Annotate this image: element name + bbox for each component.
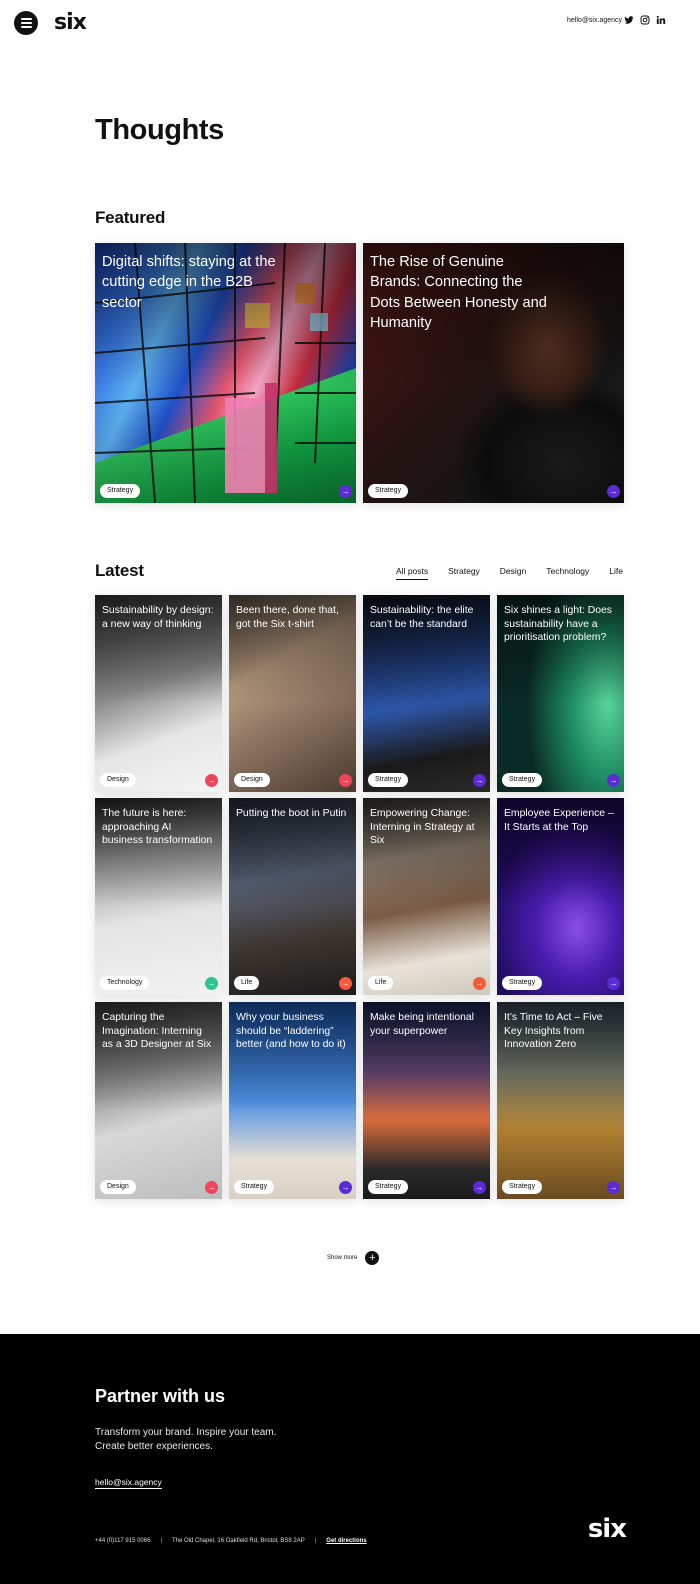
divider: |	[160, 1538, 162, 1544]
latest-card[interactable]: Capturing the Imagination: Interning as …	[95, 1002, 222, 1199]
card-tag: Strategy	[368, 484, 409, 498]
category-filters: All posts Strategy Design Technology Lif…	[396, 566, 623, 580]
latest-card[interactable]: Employee Experience – It Starts at the T…	[497, 798, 624, 995]
latest-heading: Latest	[95, 561, 144, 580]
arrow-right-icon[interactable]: →	[339, 977, 352, 990]
card-title: Employee Experience – It Starts at the T…	[504, 808, 614, 833]
site-footer: Partner with us Transform your brand. In…	[0, 1334, 700, 1584]
footer-phone[interactable]: +44 (0)117 915 0066	[95, 1538, 150, 1544]
footer-logo[interactable]: six	[588, 1514, 627, 1544]
latest-card[interactable]: The future is here: approaching AI busin…	[95, 798, 222, 995]
card-title: Make being intentional your superpower	[370, 1012, 474, 1037]
footer-tagline-line: Transform your brand. Inspire your team.	[95, 1427, 277, 1438]
footer-contact-info: +44 (0)117 915 0066 | The Old Chapel, 16…	[95, 1538, 367, 1544]
twitter-icon[interactable]	[624, 15, 634, 25]
site-header: six hello@six.agency	[0, 0, 700, 46]
filter-life[interactable]: Life	[609, 566, 623, 580]
card-tag: Strategy	[502, 1180, 543, 1194]
arrow-right-icon[interactable]: →	[607, 485, 620, 498]
card-title: Empowering Change: Interning in Strategy…	[370, 808, 475, 846]
latest-card[interactable]: Putting the boot in Putin Life →	[229, 798, 356, 995]
card-tag: Strategy	[368, 773, 409, 787]
filter-technology[interactable]: Technology	[546, 566, 589, 580]
show-more-label: Show more	[327, 1255, 358, 1261]
menu-icon-line	[20, 26, 32, 28]
footer-email-link[interactable]: hello@six.agency	[95, 1477, 162, 1489]
latest-card[interactable]: Empowering Change: Interning in Strategy…	[363, 798, 490, 995]
arrow-right-icon[interactable]: →	[473, 1181, 486, 1194]
instagram-icon[interactable]	[640, 15, 650, 25]
header-email-link[interactable]: hello@six.agency	[567, 17, 622, 24]
card-tag: Strategy	[100, 484, 141, 498]
card-tag: Design	[100, 773, 136, 787]
arrow-right-icon[interactable]: →	[205, 977, 218, 990]
arrow-right-icon[interactable]: →	[339, 485, 352, 498]
card-title: The future is here: approaching AI busin…	[102, 808, 213, 846]
plus-icon: +	[365, 1251, 380, 1265]
footer-tagline-line: Create better experiences.	[95, 1441, 213, 1452]
featured-card[interactable]: Digital shifts: staying at the cutting e…	[95, 243, 356, 503]
card-tag: Life	[234, 976, 260, 990]
linkedin-icon[interactable]	[656, 15, 666, 25]
card-tag: Strategy	[502, 976, 543, 990]
menu-icon-line	[20, 18, 32, 20]
footer-address: The Old Chapel, 16 Oakfield Rd, Bristol,…	[172, 1538, 305, 1544]
latest-card[interactable]: Sustainability: the elite can’t be the s…	[363, 595, 490, 792]
latest-card[interactable]: Been there, done that, got the Six t-shi…	[229, 595, 356, 792]
card-title: Sustainability: the elite can’t be the s…	[370, 605, 474, 630]
featured-heading: Featured	[95, 208, 166, 227]
filter-strategy[interactable]: Strategy	[448, 566, 480, 580]
card-tag: Design	[100, 1180, 136, 1194]
arrow-right-icon[interactable]: →	[205, 1181, 218, 1194]
latest-card[interactable]: Sustainability by design: a new way of t…	[95, 595, 222, 792]
card-tag: Life	[368, 976, 394, 990]
card-tag: Strategy	[234, 1180, 275, 1194]
latest-card[interactable]: Why your business should be “laddering” …	[229, 1002, 356, 1199]
arrow-right-icon[interactable]: →	[205, 774, 218, 787]
arrow-right-icon[interactable]: →	[607, 977, 620, 990]
divider: |	[314, 1538, 317, 1544]
card-title: It’s Time to Act – Five Key Insights fro…	[504, 1012, 603, 1050]
card-title: Digital shifts: staying at the cutting e…	[102, 254, 276, 311]
card-title: Been there, done that, got the Six t-shi…	[236, 605, 339, 630]
card-title: Six shines a light: Does sustainability …	[504, 605, 613, 643]
menu-button[interactable]	[14, 11, 38, 35]
card-title: Sustainability by design: a new way of t…	[102, 605, 214, 630]
latest-card[interactable]: Make being intentional your superpower St…	[363, 1002, 490, 1199]
site-logo[interactable]: six	[54, 10, 87, 36]
show-more-button[interactable]: Show more +	[327, 1251, 380, 1265]
card-title: Putting the boot in Putin	[236, 808, 347, 819]
page-title: Thoughts	[95, 114, 224, 146]
arrow-right-icon[interactable]: →	[473, 977, 486, 990]
card-tag: Strategy	[502, 773, 543, 787]
arrow-right-icon[interactable]: →	[339, 1181, 352, 1194]
card-tag: Strategy	[368, 1180, 409, 1194]
latest-card[interactable]: It’s Time to Act – Five Key Insights fro…	[497, 1002, 624, 1199]
arrow-right-icon[interactable]: →	[339, 774, 352, 787]
arrow-right-icon[interactable]: →	[473, 774, 486, 787]
menu-icon-line	[20, 22, 32, 24]
filter-all-posts[interactable]: All posts	[396, 566, 429, 580]
footer-title: Partner with us	[95, 1386, 226, 1406]
get-directions-link[interactable]: Get directions	[326, 1538, 366, 1544]
card-title: Capturing the Imagination: Interning as …	[102, 1012, 212, 1050]
arrow-right-icon[interactable]: →	[607, 1181, 620, 1194]
latest-card[interactable]: Six shines a light: Does sustainability …	[497, 595, 624, 792]
footer-tagline: Transform your brand. Inspire your team.…	[95, 1426, 276, 1454]
card-tag: Design	[234, 773, 270, 787]
card-title: The Rise of Genuine Brands: Connecting t…	[370, 254, 547, 331]
arrow-right-icon[interactable]: →	[607, 774, 620, 787]
featured-card[interactable]: The Rise of Genuine Brands: Connecting t…	[363, 243, 624, 503]
filter-design[interactable]: Design	[500, 566, 526, 580]
card-tag: Technology	[100, 976, 150, 990]
card-title: Why your business should be “laddering” …	[236, 1012, 346, 1050]
